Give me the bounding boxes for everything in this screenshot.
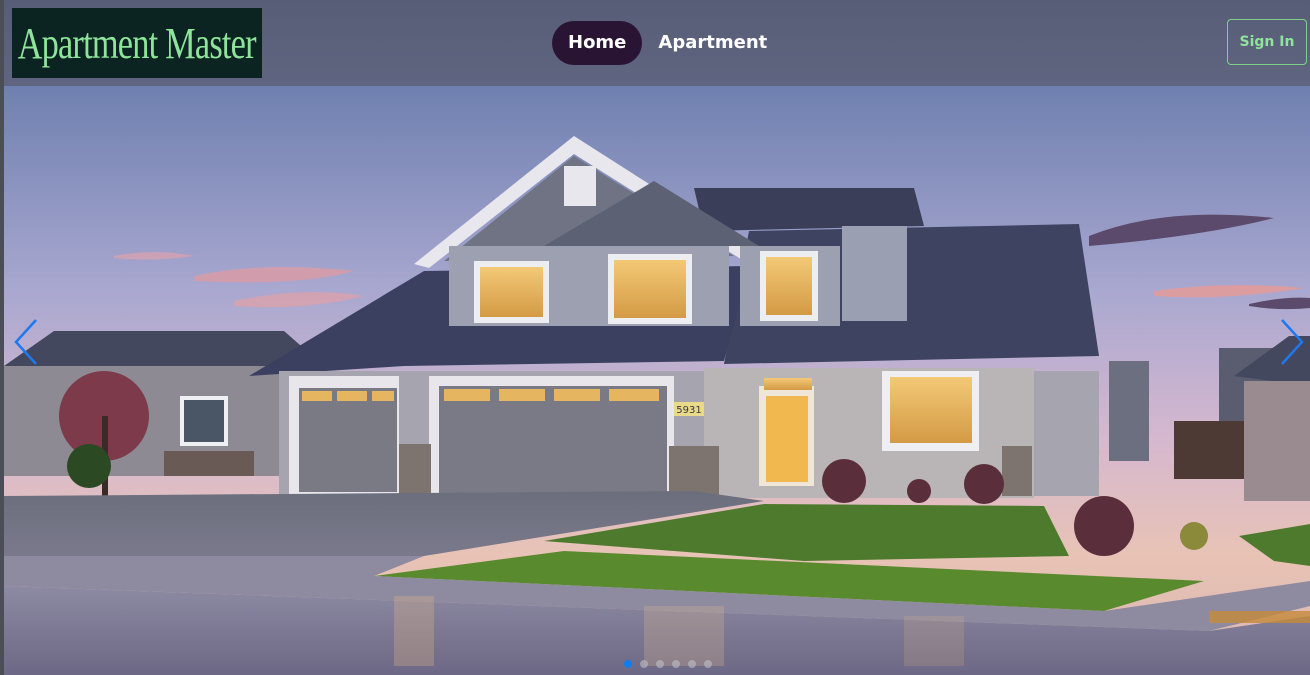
- hero-image: 5931: [4, 86, 1310, 675]
- carousel-prev-button[interactable]: [12, 318, 42, 366]
- nav-apartment[interactable]: Apartment: [642, 21, 783, 65]
- carousel-dot-5[interactable]: [688, 660, 696, 668]
- logo-text: Apartment Master: [17, 18, 257, 68]
- carousel-dot-6[interactable]: [704, 660, 712, 668]
- carousel-dot-4[interactable]: [672, 660, 680, 668]
- carousel-dot-2[interactable]: [640, 660, 648, 668]
- carousel-dot-1[interactable]: [624, 660, 632, 668]
- carousel-next-button[interactable]: [1276, 318, 1306, 366]
- site-header: Apartment Master Home Apartment Sign In: [4, 0, 1310, 86]
- chevron-left-icon: [14, 319, 37, 365]
- nav-home[interactable]: Home: [552, 21, 643, 65]
- left-edge: [0, 0, 4, 675]
- house-number: 5931: [676, 405, 701, 416]
- logo[interactable]: Apartment Master: [12, 8, 262, 78]
- carousel-indicators: [624, 660, 712, 668]
- chevron-right-icon: [1281, 319, 1304, 365]
- main-nav: Home Apartment: [552, 21, 783, 65]
- hero-carousel: 5931: [4, 86, 1310, 675]
- carousel-dot-3[interactable]: [656, 660, 664, 668]
- sign-in-button[interactable]: Sign In: [1227, 19, 1307, 65]
